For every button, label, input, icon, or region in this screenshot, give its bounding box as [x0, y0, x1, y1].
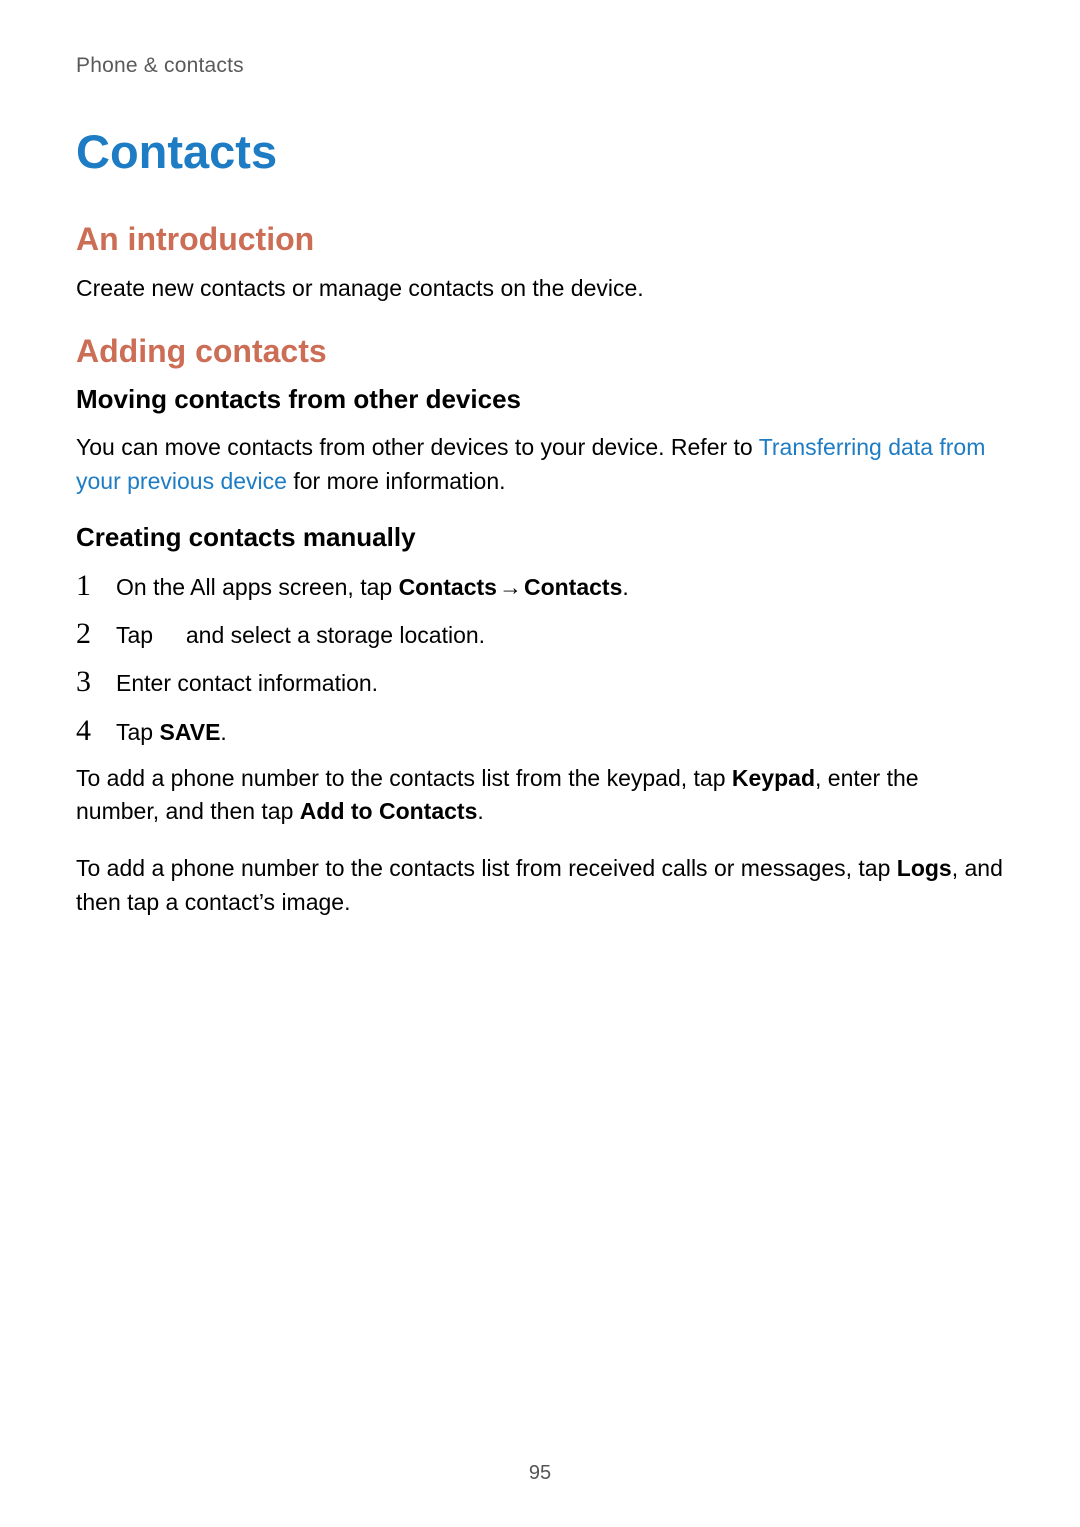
page-title: Contacts [76, 124, 1004, 179]
s1-pre: On the All apps screen, tap [116, 574, 399, 600]
p2-pre: To add a phone number to the contacts li… [76, 855, 897, 881]
s4-post: . [220, 719, 226, 745]
s2-post: and select a storage location. [179, 622, 485, 648]
page-number: 95 [0, 1462, 1080, 1485]
step-number: 3 [76, 665, 98, 699]
subsection-heading-moving: Moving contacts from other devices [76, 384, 1004, 415]
moving-body-pre: You can move contacts from other devices… [76, 434, 759, 460]
section-heading-intro: An introduction [76, 221, 1004, 258]
s1-bold-contacts-1: Contacts [399, 574, 497, 600]
step-number: 2 [76, 617, 98, 651]
breadcrumb: Phone & contacts [76, 54, 1004, 78]
arrow-icon: → [497, 571, 524, 603]
para-logs: To add a phone number to the contacts li… [76, 852, 1004, 919]
s2-pre: Tap [116, 622, 159, 648]
step-text: On the All apps screen, tap Contacts → C… [116, 571, 629, 603]
moving-body: You can move contacts from other devices… [76, 431, 1004, 498]
step-2: 2 Tap and select a storage location. [76, 617, 1004, 651]
moving-body-post: for more information. [287, 468, 506, 494]
step-1: 1 On the All apps screen, tap Contacts →… [76, 569, 1004, 603]
step-number: 4 [76, 714, 98, 748]
p1-pre: To add a phone number to the contacts li… [76, 765, 732, 791]
intro-body: Create new contacts or manage contacts o… [76, 272, 1004, 305]
para-keypad: To add a phone number to the contacts li… [76, 762, 1004, 829]
p1-bold-keypad: Keypad [732, 765, 815, 791]
step-3: 3 Enter contact information. [76, 665, 1004, 699]
subsection-heading-creating: Creating contacts manually [76, 522, 1004, 553]
step-text: Tap and select a storage location. [116, 619, 485, 651]
step-4: 4 Tap SAVE. [76, 714, 1004, 748]
s1-post: . [622, 574, 628, 600]
p2-bold-logs: Logs [897, 855, 952, 881]
s1-bold-contacts-2: Contacts [524, 574, 622, 600]
page-container: Phone & contacts Contacts An introductio… [0, 0, 1080, 1527]
step-text: Tap SAVE. [116, 716, 227, 748]
step-number: 1 [76, 569, 98, 603]
s4-bold-save: SAVE [159, 719, 220, 745]
section-heading-adding: Adding contacts [76, 333, 1004, 370]
step-text: Enter contact information. [116, 667, 378, 699]
steps-list: 1 On the All apps screen, tap Contacts →… [76, 569, 1004, 748]
p1-bold-add-to-contacts: Add to Contacts [300, 798, 478, 824]
p1-post: . [477, 798, 483, 824]
s4-pre: Tap [116, 719, 159, 745]
